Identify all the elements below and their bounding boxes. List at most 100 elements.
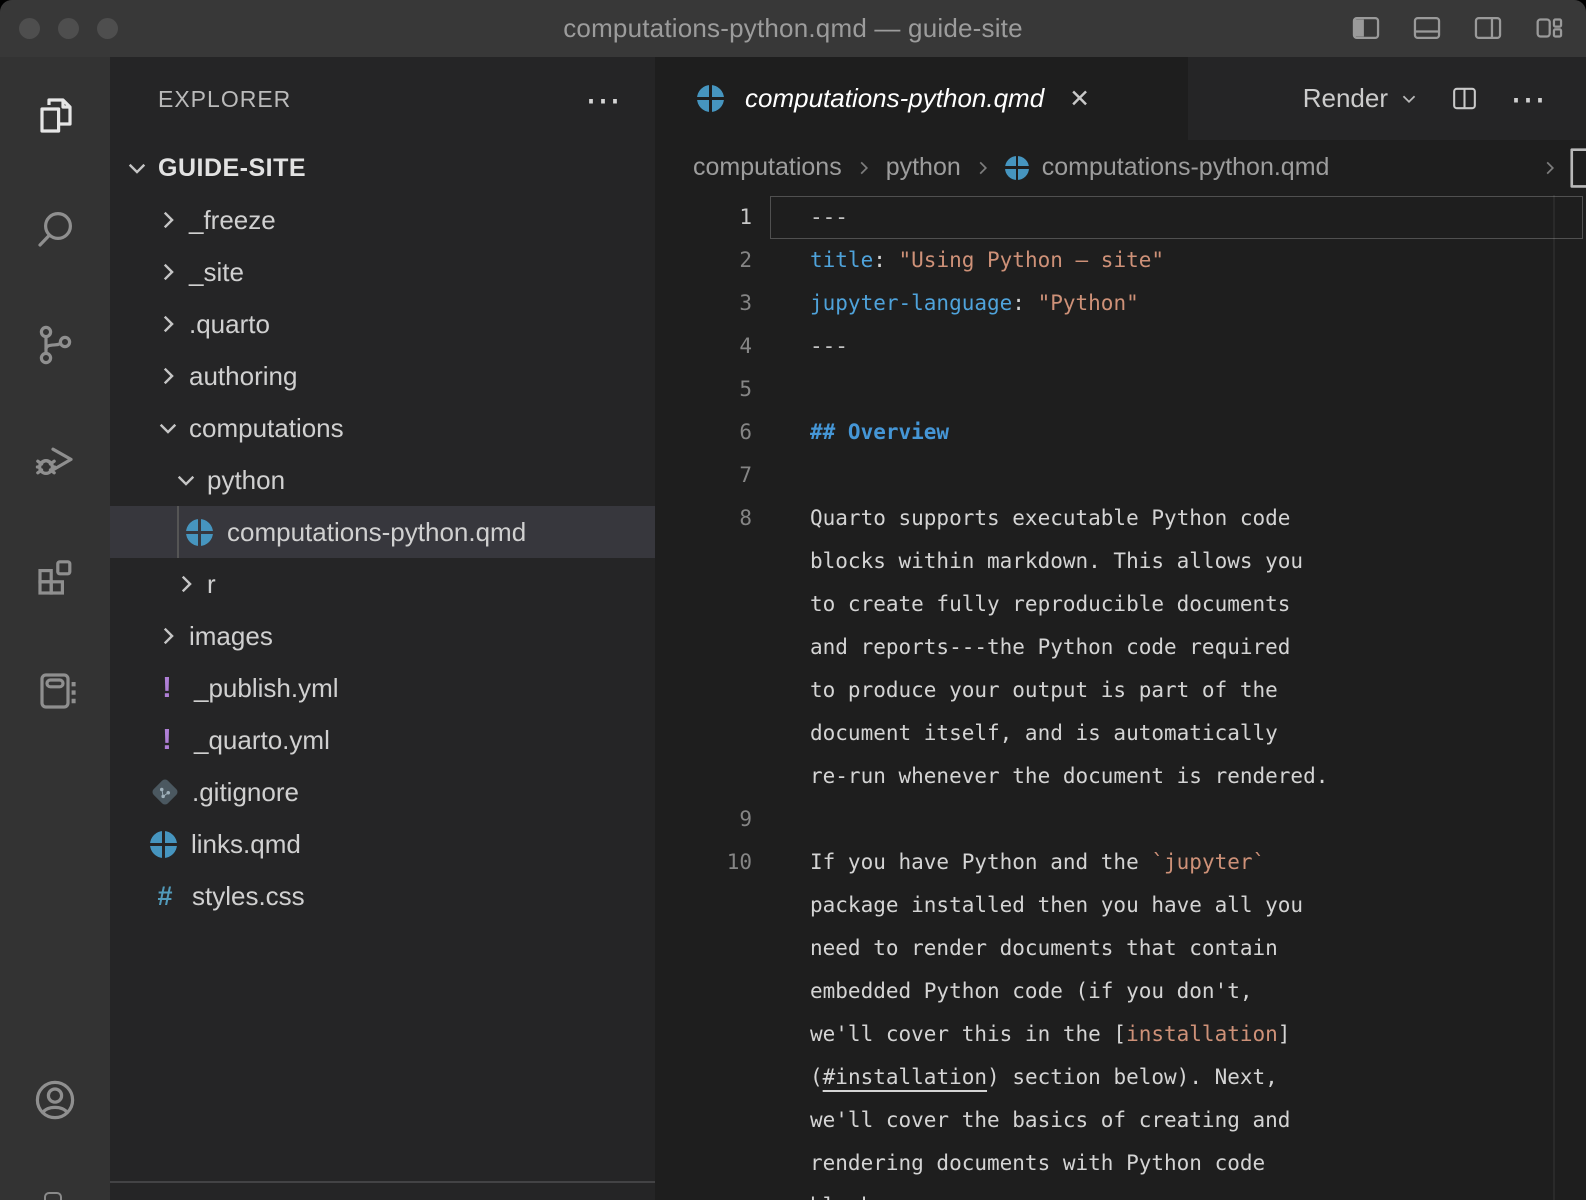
extensions-tab-button[interactable] [31,551,79,599]
line-number [655,583,752,626]
file-tree: _freeze _site .quarto authoring computations… [110,194,655,922]
code-line-text: Quarto supports executable Python code [810,497,1290,540]
zoom-window-button[interactable] [97,18,118,39]
tree-item-label: _freeze [189,205,276,236]
sidebar-title: EXPLORER [158,86,291,113]
editor-more-actions-icon[interactable]: ⋯ [1510,89,1546,109]
quarto-file-icon [697,85,724,112]
notebook-tab-button[interactable] [31,666,79,714]
code-line-text: embedded Python code (if you don't, [810,970,1253,1013]
symbol-file-icon [1563,145,1586,191]
line-number: 9 [655,798,752,841]
breadcrumb-item-file[interactable]: computations-python.qmd [1042,153,1330,182]
code-line-text: to produce your output is part of the [810,669,1278,712]
search-tab-button[interactable] [31,206,79,254]
code-editor[interactable]: 1---2title: "Using Python — site"3jupyte… [655,195,1586,1200]
explorer-sidebar: EXPLORER ⋯ GUIDE-SITE _freeze _site .quart… [110,57,655,1200]
account-button[interactable] [31,1076,79,1129]
tree-item-authoring[interactable]: authoring [110,350,655,402]
tree-item-r[interactable]: r [110,558,655,610]
tree-item--freeze[interactable]: _freeze [110,194,655,246]
run-debug-tab-button[interactable] [31,436,79,484]
titlebar: computations-python.qmd — guide-site [0,0,1586,57]
tree-item-label: styles.css [192,881,305,912]
chevron-right-icon [155,259,181,285]
close-tab-icon[interactable]: ✕ [1069,84,1090,114]
sidebar-header: EXPLORER ⋯ [110,57,655,142]
explorer-more-actions-icon[interactable]: ⋯ [585,90,621,110]
tab-computations-python-qmd[interactable]: computations-python.qmd ✕ [655,57,1188,140]
tree-root-guide-site[interactable]: GUIDE-SITE [110,142,655,194]
toggle-primary-sidebar-icon[interactable] [1349,11,1383,45]
chevron-down-icon [155,415,181,441]
outline-section[interactable]: OUTLINE [110,1181,655,1200]
code-line-text: jupyter-language: "Python" [810,282,1139,325]
source-control-icon [31,321,79,369]
source-control-tab-button[interactable] [31,321,79,369]
tree-item-computations-python-qmd[interactable]: computations-python.qmd [110,506,655,558]
line-number [655,1099,752,1142]
quarto-file-icon [186,519,213,546]
tree-item--publish-yml[interactable]: !_publish.yml [110,662,655,714]
minimize-window-button[interactable] [58,18,79,39]
code-line-text: we'll cover the basics of creating and [810,1099,1290,1142]
line-number [655,1185,752,1200]
code-line: 10If you have Python and the `jupyter` [655,841,1586,884]
code-line: blocks within markdown. This allows you [655,540,1586,583]
render-button[interactable]: Render [1303,83,1419,114]
tree-item-python[interactable]: python [110,454,655,506]
line-number [655,1013,752,1056]
line-number: 3 [655,282,752,325]
tree-item-links-qmd[interactable]: links.qmd [110,818,655,870]
tree-item--site[interactable]: _site [110,246,655,298]
tree-item-label: _site [189,257,244,288]
editor-group: computations-python.qmd ✕ Render ⋯ [655,57,1586,1200]
line-number: 1 [655,196,752,239]
chevron-right-icon [155,623,181,649]
breadcrumb-item-computations[interactable]: computations [693,153,842,182]
customize-layout-icon[interactable] [1532,11,1566,45]
breadcrumb-item-python[interactable]: python [886,153,961,182]
search-icon [31,206,79,254]
yaml-warning-icon: ! [154,672,180,705]
line-number [655,884,752,927]
code-line: we'll cover this in the [installation] [655,1013,1586,1056]
tree-item-label: python [207,465,285,496]
explorer-tab-button[interactable] [31,91,79,139]
tree-item-computations[interactable]: computations [110,402,655,454]
tree-item-label: authoring [189,361,297,392]
split-editor-icon[interactable] [1449,83,1480,114]
breadcrumb: computations python computations-python.… [655,140,1586,195]
code-line-text: rendering documents with Python code [810,1142,1265,1185]
line-number [655,540,752,583]
line-number: 7 [655,454,752,497]
toggle-panel-icon[interactable] [1410,11,1444,45]
code-line: and reports---the Python code required [655,626,1586,669]
tree-item--quarto[interactable]: .quarto [110,298,655,350]
close-window-button[interactable] [19,18,40,39]
tree-item--gitignore[interactable]: .gitignore [110,766,655,818]
line-number [655,1142,752,1185]
code-line: blocks. [655,1185,1586,1200]
tree-item-styles-css[interactable]: #styles.css [110,870,655,922]
tree-item-images[interactable]: images [110,610,655,662]
code-line: need to render documents that contain [655,927,1586,970]
chevron-down-icon [173,467,199,493]
files-icon [31,91,79,139]
root-folder-label: GUIDE-SITE [158,154,306,183]
code-line-text: need to render documents that contain [810,927,1278,970]
code-line-text: document itself, and is automatically [810,712,1278,755]
line-number [655,669,752,712]
quarto-file-icon [150,831,177,858]
code-line-text: and reports---the Python code required [810,626,1290,669]
tab-bar: computations-python.qmd ✕ Render ⋯ [655,57,1586,140]
tree-item-label: computations-python.qmd [227,517,526,548]
run-and-debug-icon [31,436,79,484]
tree-item--quarto-yml[interactable]: !_quarto.yml [110,714,655,766]
line-number: 8 [655,497,752,540]
settings-gear-icon[interactable] [44,1192,62,1200]
code-line-text: package installed then you have all you [810,884,1303,927]
toggle-secondary-sidebar-icon[interactable] [1471,11,1505,45]
chevron-right-icon [155,363,181,389]
line-number [655,626,752,669]
